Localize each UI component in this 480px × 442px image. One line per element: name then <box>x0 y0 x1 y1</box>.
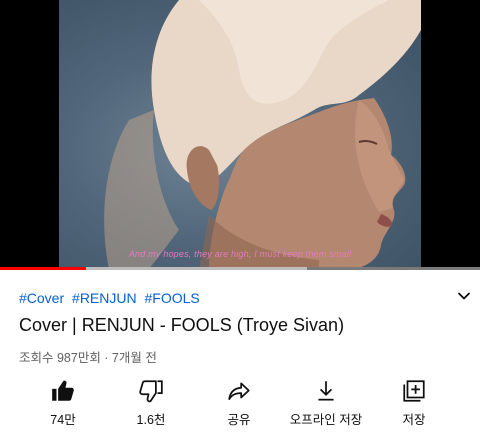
video-frame[interactable]: And my hopes, they are high, I must keep… <box>59 0 421 269</box>
thumbs-up-icon <box>52 380 74 401</box>
save-label: 저장 <box>402 413 426 427</box>
dislike-count: 1.6천 <box>136 413 166 427</box>
playlist-add-icon <box>403 380 425 402</box>
download-icon <box>318 381 334 401</box>
dislike-button[interactable]: 1.6천 <box>111 378 191 428</box>
video-subtitle: And my hopes, they are high, I must keep… <box>128 249 352 259</box>
chevron-down-icon[interactable] <box>456 288 472 304</box>
hashtag-link[interactable]: #RENJUN <box>72 290 137 306</box>
progress-bar[interactable] <box>0 267 480 270</box>
like-button[interactable]: 74만 <box>23 378 103 428</box>
hashtag-link[interactable]: #Cover <box>19 290 64 306</box>
video-title[interactable]: Cover | RENJUN - FOOLS (Troye Sivan) <box>19 315 344 336</box>
progress-buffered <box>86 267 308 270</box>
download-button[interactable]: 오프라인 저장 <box>286 378 366 428</box>
save-button[interactable]: 저장 <box>374 378 454 428</box>
share-button[interactable]: 공유 <box>199 378 279 428</box>
video-meta: 조회수 987만회 · 7개월 전 <box>19 351 157 365</box>
video-player[interactable]: And my hopes, they are high, I must keep… <box>0 0 480 270</box>
hashtag-list: #Cover #RENJUN #FOOLS <box>19 290 204 306</box>
progress-played <box>0 267 87 270</box>
like-count: 74만 <box>50 413 76 427</box>
download-label: 오프라인 저장 <box>289 413 363 427</box>
share-label: 공유 <box>227 413 251 427</box>
hashtag-link[interactable]: #FOOLS <box>145 290 200 306</box>
thumbs-down-icon <box>139 380 163 403</box>
share-icon <box>228 382 250 400</box>
video-thumbnail-image <box>104 0 421 269</box>
